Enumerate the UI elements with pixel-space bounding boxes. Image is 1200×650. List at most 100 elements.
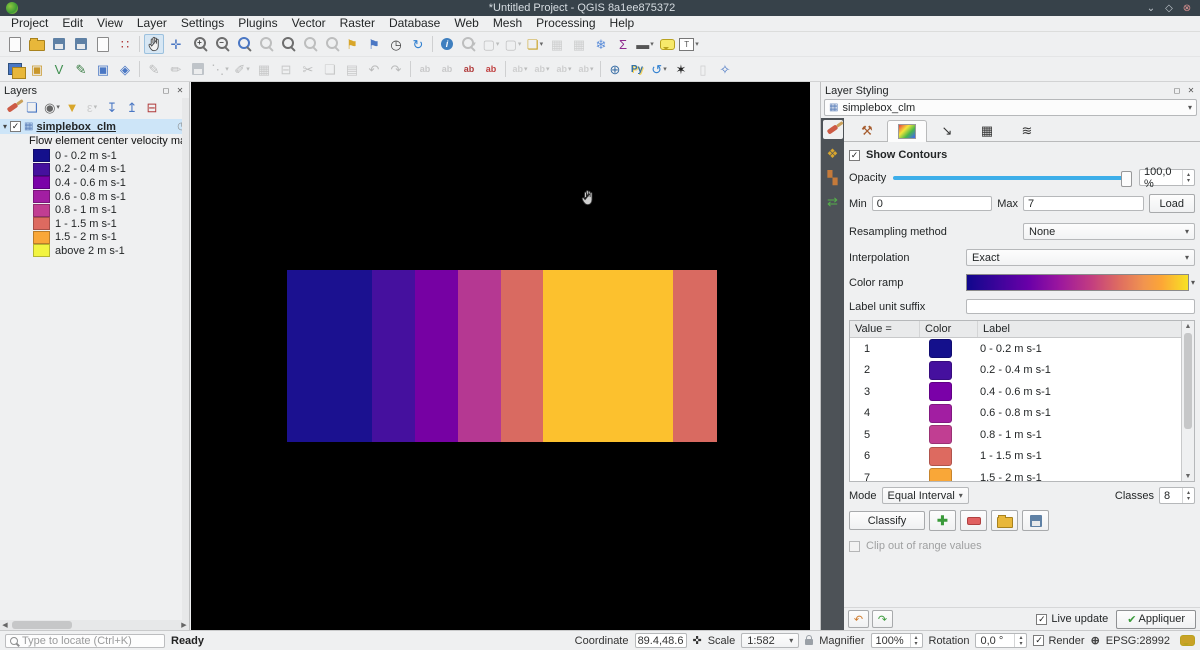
- 3d-view-tab[interactable]: ❖: [823, 144, 843, 163]
- layer-tree-tab[interactable]: ▚: [823, 168, 843, 187]
- crs-status[interactable]: EPSG:28992: [1106, 635, 1170, 647]
- open-layer-styling-panel[interactable]: [3, 99, 21, 115]
- color-swatch[interactable]: [929, 339, 952, 358]
- cell-value[interactable]: 4: [850, 407, 920, 419]
- remove-class-button[interactable]: [960, 510, 987, 531]
- zoom-to-layer[interactable]: [276, 34, 296, 54]
- legend-item[interactable]: 1.5 - 2 m s-1: [0, 231, 189, 245]
- legend-item[interactable]: 0 - 0.2 m s-1: [0, 149, 189, 163]
- open-project[interactable]: [27, 34, 47, 54]
- color-ramp-bar[interactable]: [966, 274, 1189, 291]
- resampling-dropdown[interactable]: None ▾: [1023, 223, 1195, 240]
- cell-color[interactable]: [920, 447, 978, 466]
- maximize-button[interactable]: ◇: [1162, 3, 1176, 14]
- pan-map[interactable]: [144, 34, 164, 54]
- table-row[interactable]: 61 - 1.5 m s-1: [850, 446, 1182, 468]
- layer-name[interactable]: simplebox_clm: [36, 121, 115, 133]
- tab-vectors[interactable]: ↘: [927, 119, 967, 141]
- spinner-arrows-icon[interactable]: ▴▾: [910, 634, 922, 647]
- data-source-manager[interactable]: [5, 59, 25, 79]
- color-swatch[interactable]: [929, 447, 952, 466]
- remove-layer[interactable]: ⊟: [143, 99, 161, 115]
- scroll-left-icon[interactable]: ◀: [0, 620, 10, 630]
- color-swatch[interactable]: [929, 425, 952, 444]
- temporal-controller[interactable]: ◷: [386, 34, 406, 54]
- menu-plugins[interactable]: Plugins: [231, 16, 284, 31]
- layers-panel-vscrollbar[interactable]: [182, 98, 189, 620]
- column-header-color[interactable]: Color: [920, 321, 978, 337]
- scroll-up-icon[interactable]: ▲: [1183, 321, 1193, 331]
- scale-dropdown[interactable]: 1:582 ▾: [741, 633, 799, 648]
- menu-mesh[interactable]: Mesh: [486, 16, 529, 31]
- slider-handle[interactable]: [1121, 171, 1132, 187]
- save-project[interactable]: [49, 34, 69, 54]
- live-update-checkbox[interactable]: ✓ Live update: [1036, 613, 1108, 625]
- scroll-down-icon[interactable]: ▼: [1183, 471, 1193, 481]
- statistics-panel[interactable]: Σ: [613, 34, 633, 54]
- legend-item[interactable]: 0.4 - 0.6 m s-1: [0, 176, 189, 190]
- table-row[interactable]: 5 0.8 - 1 m s-1: [850, 424, 1182, 446]
- new-shapefile-layer[interactable]: V: [49, 59, 69, 79]
- cell-label[interactable]: 0.2 - 0.4 m s-1: [978, 364, 1182, 376]
- text-annotation[interactable]: T▾: [679, 34, 699, 54]
- zoom-out[interactable]: −: [210, 34, 230, 54]
- cell-label[interactable]: 1 - 1.5 m s-1: [978, 450, 1182, 462]
- new-spatial-bookmark[interactable]: ⚑: [342, 34, 362, 54]
- cell-color[interactable]: [920, 425, 978, 444]
- max-input[interactable]: 7: [1023, 196, 1144, 211]
- menu-database[interactable]: Database: [382, 16, 447, 31]
- opacity-spinner[interactable]: 100,0 % ▴▾: [1139, 169, 1195, 186]
- cell-color[interactable]: [920, 404, 978, 423]
- table-row[interactable]: 71.5 - 2 m s-1: [850, 467, 1182, 481]
- cell-value[interactable]: 5: [850, 429, 920, 441]
- spinner-arrows-icon[interactable]: ▴▾: [1182, 170, 1194, 185]
- table-row[interactable]: 40.6 - 0.8 m s-1: [850, 403, 1182, 425]
- legend-item[interactable]: above 2 m s-1: [0, 244, 189, 258]
- color-ramp-dropdown-icon[interactable]: ▾: [1191, 278, 1195, 287]
- select-by-expression[interactable]: ❏▾: [525, 34, 545, 54]
- expand-all[interactable]: ↧: [103, 99, 121, 115]
- mesh-digitizing[interactable]: ✧: [715, 59, 735, 79]
- menu-web[interactable]: Web: [447, 16, 485, 31]
- save-project-as[interactable]: [71, 34, 91, 54]
- messages-icon[interactable]: [1180, 635, 1195, 646]
- hide-labels[interactable]: ab: [481, 59, 501, 79]
- classes-spinner[interactable]: 8 ▴▾: [1159, 487, 1195, 504]
- min-input[interactable]: 0: [872, 196, 993, 211]
- interpolation-dropdown[interactable]: Exact ▾: [966, 249, 1195, 266]
- style-manager[interactable]: ∷: [115, 34, 135, 54]
- locator-input[interactable]: Type to locate (Ctrl+K): [5, 634, 165, 648]
- layer-visibility-checkbox[interactable]: ✓: [10, 121, 21, 132]
- cell-label[interactable]: 0.8 - 1 m s-1: [978, 429, 1182, 441]
- load-classes-button[interactable]: [991, 510, 1018, 531]
- cell-label[interactable]: 1.5 - 2 m s-1: [978, 472, 1182, 481]
- python-console[interactable]: Py: [627, 59, 647, 79]
- map-tips[interactable]: [657, 34, 677, 54]
- add-class-button[interactable]: ✚: [929, 510, 956, 531]
- spinner-arrows-icon[interactable]: ▴▾: [1182, 488, 1194, 503]
- close-button[interactable]: ⊗: [1180, 3, 1194, 14]
- cell-value[interactable]: 2: [850, 364, 920, 376]
- menu-processing[interactable]: Processing: [529, 16, 602, 31]
- table-row[interactable]: 2 0.2 - 0.4 m s-1: [850, 360, 1182, 382]
- scrollbar-thumb[interactable]: [12, 621, 72, 629]
- show-spatial-bookmarks[interactable]: ⚑: [364, 34, 384, 54]
- collapse-all[interactable]: ↥: [123, 99, 141, 115]
- cell-color[interactable]: [920, 468, 978, 481]
- pan-to-selection[interactable]: ✛: [166, 34, 186, 54]
- menu-view[interactable]: View: [90, 16, 130, 31]
- styling-layer-selector[interactable]: ▦ simplebox_clm ▾: [824, 99, 1197, 116]
- menu-raster[interactable]: Raster: [333, 16, 382, 31]
- history-tab[interactable]: ⇄: [823, 192, 843, 211]
- rotation-spinner[interactable]: 0,0 ° ▴▾: [975, 633, 1027, 648]
- tab-rendering[interactable]: ▦: [967, 119, 1007, 141]
- cell-color[interactable]: [920, 339, 978, 358]
- menu-vector[interactable]: Vector: [285, 16, 333, 31]
- lock-scale-icon[interactable]: [805, 639, 813, 645]
- menu-project[interactable]: Project: [4, 16, 55, 31]
- cell-color[interactable]: [920, 361, 978, 380]
- tab-contours[interactable]: [887, 120, 927, 142]
- identify-features[interactable]: i: [437, 34, 457, 54]
- save-classes-button[interactable]: [1022, 510, 1049, 531]
- menu-settings[interactable]: Settings: [174, 16, 231, 31]
